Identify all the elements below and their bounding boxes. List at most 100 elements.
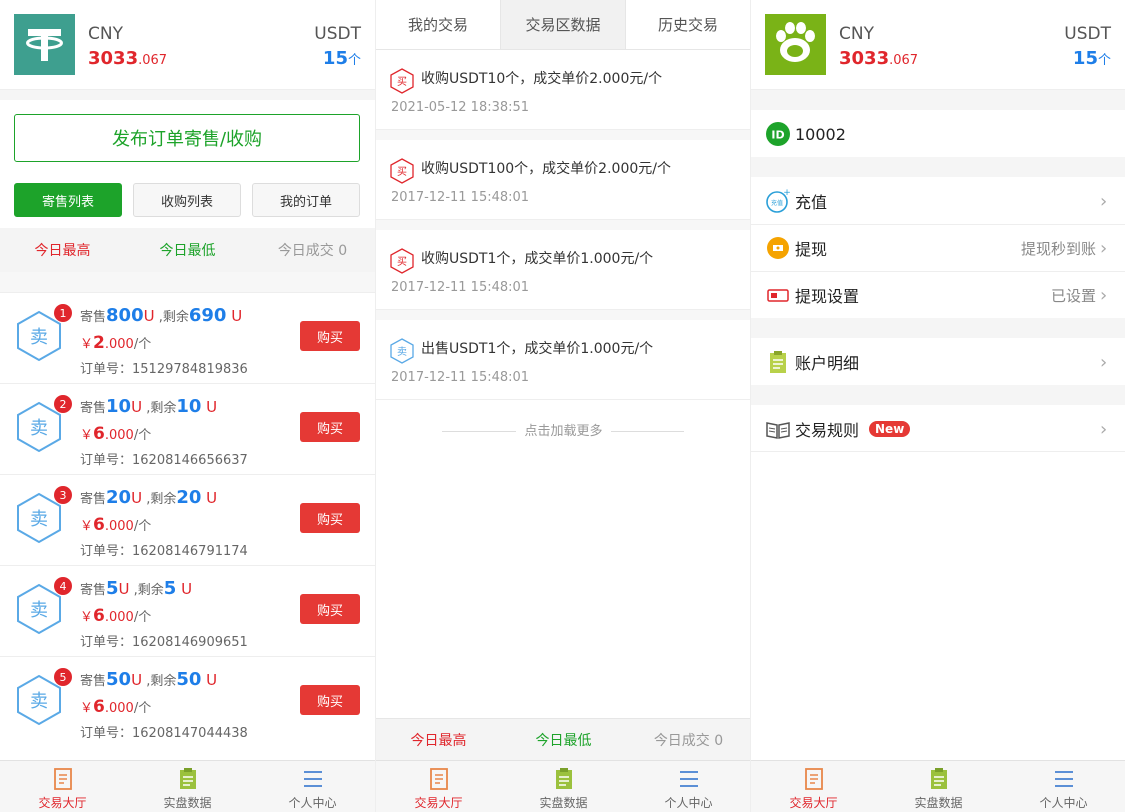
nav-trading-hall[interactable]: 交易大厅 (751, 761, 876, 812)
trade-data-panel: 我的交易 交易区数据 历史交易 买 收购USDT10个，成交单价2.000元/个… (375, 0, 750, 812)
recharge-row[interactable]: 充值 + 充值 › (751, 178, 1125, 224)
record-text: 收购USDT1个，成交单价1.000元/个 (421, 251, 654, 267)
withdraw-icon (767, 237, 789, 259)
tab-trade-zone-data[interactable]: 交易区数据 (500, 0, 626, 49)
rank-badge: 1 (54, 304, 72, 322)
tab-sell-list[interactable]: 寄售列表 (14, 183, 122, 217)
unit-price: ￥6.000/个 (80, 697, 152, 717)
balance-header: CNY 3033.067 USDT 15个 (0, 0, 375, 90)
svg-text:+: + (783, 188, 791, 198)
buy-button[interactable]: 购买 (300, 321, 360, 351)
usdt-balance: 15个 (322, 48, 361, 69)
list-item: 卖 4 寄售5U ,剩余5 U ￥6.000/个 订单号：16208146909… (0, 565, 375, 656)
cny-balance: 3033.067 (88, 48, 168, 69)
today-volume: 今日成交 0 (653, 732, 724, 749)
nav-personal-center[interactable]: 个人中心 (250, 761, 375, 812)
divider (0, 272, 375, 292)
buy-hexagon-icon: 买 (390, 68, 414, 94)
balance-header: CNY 3033.067 USDT 15个 (751, 0, 1125, 90)
chevron-right-icon: › (1100, 237, 1108, 259)
tab-buy-list[interactable]: 收购列表 (133, 183, 241, 217)
clipboard-icon (555, 768, 572, 789)
sell-amount: 寄售50U ,剩余50 U (80, 669, 218, 690)
record-text: 收购USDT100个，成交单价2.000元/个 (421, 161, 671, 177)
divider (751, 385, 1125, 405)
bottom-nav: 交易大厅 实盘数据 个人中心 (0, 760, 375, 812)
withdraw-row[interactable]: 提现 提现秒到账 › (751, 225, 1125, 271)
account-detail-row[interactable]: 账户明细 › (751, 339, 1125, 385)
avatar (765, 14, 826, 75)
trade-rules-row[interactable]: 交易规则 New › (751, 406, 1125, 452)
divider (751, 157, 1125, 177)
list-item: 卖 1 寄售800U ,剩余690 U ￥2.000/个 订单号：1512978… (0, 292, 375, 383)
today-stats: 今日最高 今日最低 今日成交 0 (376, 718, 750, 760)
menu-icon (679, 771, 698, 787)
rank-badge: 2 (54, 395, 72, 413)
buy-button[interactable]: 购买 (300, 594, 360, 624)
tab-my-orders[interactable]: 我的订单 (252, 183, 360, 217)
profile-panel: CNY 3033.067 USDT 15个 ID 10002 充值 + 充值 › … (750, 0, 1125, 812)
usdt-balance: 15个 (1072, 48, 1111, 69)
svg-text:卖: 卖 (30, 509, 48, 530)
nav-personal-center[interactable]: 个人中心 (626, 761, 750, 812)
unit-price: ￥6.000/个 (80, 515, 152, 535)
id-icon: ID (766, 122, 790, 146)
sell-amount: 寄售5U ,剩余5 U (80, 578, 193, 599)
list-item: 卖 5 寄售50U ,剩余50 U ￥6.000/个 订单号：162081470… (0, 656, 375, 747)
record-text: 出售USDT1个，成交单价1.000元/个 (421, 341, 654, 357)
record-date: 2017-12-11 15:48:01 (391, 280, 530, 295)
list-item: 买 收购USDT10个，成交单价2.000元/个 2021-05-12 18:3… (376, 50, 750, 130)
load-more-link[interactable]: 点击加载更多 (376, 420, 750, 439)
recharge-icon: 充值+ (766, 188, 791, 213)
rank-badge: 4 (54, 577, 72, 595)
divider (376, 130, 750, 140)
sell-order-list: 卖 1 寄售800U ,剩余690 U ￥2.000/个 订单号：1512978… (0, 292, 375, 747)
buy-button[interactable]: 购买 (300, 503, 360, 533)
tether-logo-icon (14, 14, 75, 75)
trade-tabs: 我的交易 交易区数据 历史交易 (376, 0, 750, 50)
order-number: 订单号：16208146656637 (80, 453, 248, 468)
divider (376, 220, 750, 230)
new-badge: New (869, 421, 911, 437)
nav-trading-hall[interactable]: 交易大厅 (376, 761, 501, 812)
rank-badge: 3 (54, 486, 72, 504)
document-icon (429, 768, 448, 790)
menu-icon (1054, 771, 1073, 787)
buy-button[interactable]: 购买 (300, 412, 360, 442)
divider (0, 90, 375, 100)
tab-history-trades[interactable]: 历史交易 (626, 0, 750, 49)
today-high: 今日最高 (34, 243, 91, 259)
tab-my-trades[interactable]: 我的交易 (376, 0, 500, 49)
cny-balance: 3033.067 (839, 48, 919, 69)
order-number: 订单号：16208146909651 (80, 635, 248, 650)
nav-live-data[interactable]: 实盘数据 (876, 761, 1001, 812)
nav-live-data[interactable]: 实盘数据 (125, 761, 250, 812)
menu-icon (303, 771, 322, 787)
market-panel: CNY 3033.067 USDT 15个 发布订单寄售/收购 寄售列表 收购列… (0, 0, 375, 812)
withdraw-settings-row[interactable]: 提现设置 已设置 › (751, 272, 1125, 318)
clipboard-icon (770, 351, 786, 373)
svg-text:卖: 卖 (30, 418, 48, 439)
order-tabs: 寄售列表 收购列表 我的订单 (14, 183, 360, 217)
publish-order-button[interactable]: 发布订单寄售/收购 (14, 114, 360, 162)
today-volume: 今日成交 0 (277, 243, 348, 259)
record-date: 2017-12-11 15:48:01 (391, 190, 530, 205)
nav-personal-center[interactable]: 个人中心 (1001, 761, 1125, 812)
today-low: 今日最低 (535, 732, 592, 749)
today-low: 今日最低 (159, 243, 216, 259)
document-icon (804, 768, 823, 790)
svg-text:ID: ID (771, 129, 784, 142)
nav-live-data[interactable]: 实盘数据 (501, 761, 626, 812)
divider (751, 90, 1125, 110)
buy-button[interactable]: 购买 (300, 685, 360, 715)
sell-hexagon-icon: 卖 (390, 338, 414, 364)
chevron-right-icon: › (1100, 351, 1108, 373)
svg-text:卖: 卖 (30, 600, 48, 621)
list-item: 买 收购USDT1个，成交单价1.000元/个 2017-12-11 15:48… (376, 230, 750, 310)
svg-text:卖: 卖 (30, 691, 48, 712)
divider (751, 451, 1125, 452)
nav-trading-hall[interactable]: 交易大厅 (0, 761, 125, 812)
svg-text:卖: 卖 (30, 327, 48, 348)
svg-text:卖: 卖 (397, 346, 407, 358)
unit-price: ￥6.000/个 (80, 424, 152, 444)
